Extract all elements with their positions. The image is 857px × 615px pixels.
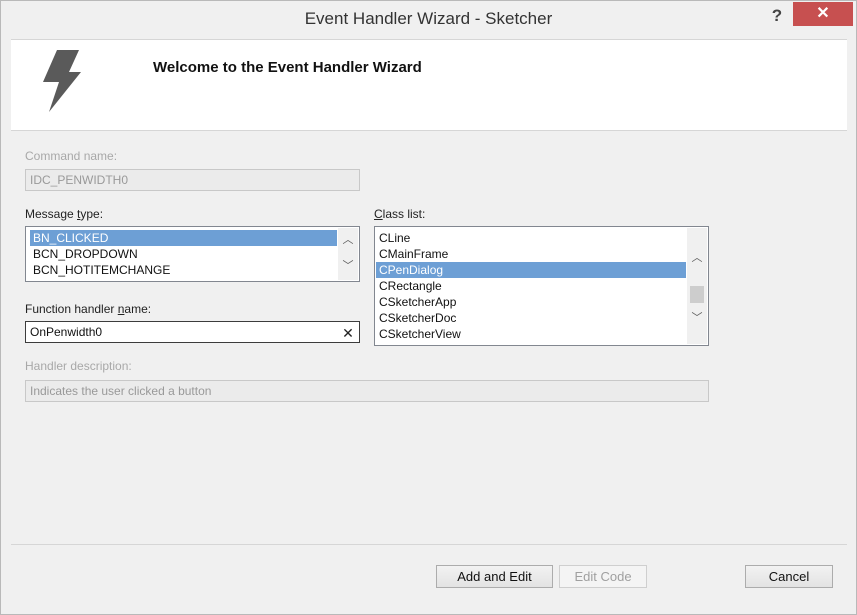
handler-description-field: Indicates the user clicked a button [25, 380, 709, 402]
scroll-thumb[interactable] [690, 286, 704, 303]
function-handler-value: OnPenwidth0 [30, 325, 103, 339]
scroll-down-icon[interactable]: ﹀ [338, 258, 358, 274]
class-list[interactable]: CLine CMainFrame CPenDialog CRectangle C… [374, 226, 709, 346]
class-list-item[interactable]: CLine [376, 230, 686, 246]
message-type-list[interactable]: BN_CLICKED BCN_DROPDOWN BCN_HOTITEMCHANG… [25, 226, 360, 282]
class-list-item[interactable]: CSketcherDoc [376, 310, 686, 326]
class-list-label: Class list: [374, 207, 426, 221]
title-bar: Event Handler Wizard - Sketcher ? ✕ [1, 1, 856, 39]
class-list-scrollbar[interactable]: ︿ ﹀ [687, 228, 707, 344]
class-list-item[interactable]: CMainFrame [376, 246, 686, 262]
scroll-down-icon[interactable]: ﹀ [687, 310, 707, 326]
function-handler-input[interactable]: OnPenwidth0 ✕ [25, 321, 360, 343]
command-name-label: Command name: [25, 149, 118, 163]
message-type-item[interactable]: BCN_DROPDOWN [30, 246, 337, 262]
handler-description-label: Handler description: [25, 359, 132, 373]
message-type-item[interactable]: BN_CLICKED [30, 230, 337, 246]
clear-icon[interactable]: ✕ [341, 324, 355, 342]
add-and-edit-button[interactable]: Add and Edit [436, 565, 553, 588]
class-list-item[interactable]: CPenDialog [376, 262, 686, 278]
scroll-up-icon[interactable]: ︿ [338, 232, 358, 248]
cancel-button[interactable]: Cancel [745, 565, 833, 588]
wizard-title: Welcome to the Event Handler Wizard [153, 59, 422, 76]
button-bar [11, 544, 847, 607]
scroll-up-icon[interactable]: ︿ [687, 250, 707, 266]
class-list-item[interactable]: CRectangle [376, 278, 686, 294]
edit-code-button: Edit Code [559, 565, 647, 588]
window-title: Event Handler Wizard - Sketcher [304, 9, 553, 28]
command-name-field: IDC_PENWIDTH0 [25, 169, 360, 191]
help-button[interactable]: ? [767, 5, 787, 27]
class-list-item[interactable]: CSketcherApp [376, 294, 686, 310]
close-button[interactable]: ✕ [793, 2, 853, 26]
message-type-scrollbar[interactable]: ︿ ﹀ [338, 228, 358, 280]
message-type-item[interactable]: BCN_HOTITEMCHANGE [30, 262, 337, 278]
class-list-item[interactable]: CSketcherView [376, 326, 686, 342]
lightning-icon [43, 50, 81, 112]
message-type-label: Message type: [25, 207, 104, 221]
event-handler-wizard-dialog: Event Handler Wizard - Sketcher ? ✕ Welc… [0, 0, 857, 615]
wizard-header: Welcome to the Event Handler Wizard [11, 39, 847, 131]
function-handler-label: Function handler name: [25, 302, 152, 316]
